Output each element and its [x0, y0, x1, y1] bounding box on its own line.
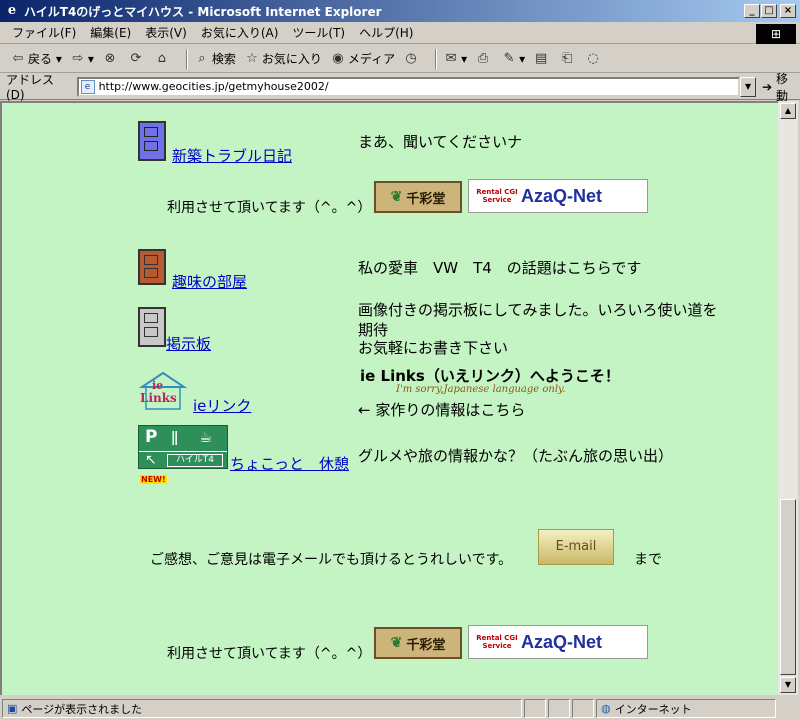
- row2-description: 私の愛車 VW T4 の話題はこちらです: [358, 259, 642, 277]
- address-input[interactable]: e http://www.geocities.jp/getmyhouse2002…: [76, 76, 741, 97]
- home-icon: ⌂: [157, 50, 167, 66]
- address-url: http://www.geocities.jp/getmyhouse2002/: [98, 80, 329, 93]
- toolbar: ⇦ 戻る ▾ ⇨ ▾ ⊗ ⟳ ⌂ ⌕ 検索 ☆ お気に入り ◉ メディア ◷ ✉ ▾ ⎙ ✎…: [0, 45, 800, 73]
- row3-description-line3: お気軽にお書き下さい: [358, 339, 509, 357]
- stop-icon: ⊗: [104, 50, 116, 66]
- azaq-net-banner[interactable]: Rental CGI Service AzaQ-Net: [468, 179, 648, 213]
- menu-file[interactable]: ファイル(F): [12, 24, 76, 41]
- ie-logo-icon: e: [7, 3, 17, 18]
- address-dropdown-button[interactable]: ▼: [740, 76, 757, 97]
- stop-button[interactable]: ⊗: [102, 51, 120, 67]
- arrow-icon: ↖: [145, 452, 157, 468]
- media-icon: ◉: [332, 50, 344, 66]
- link-ie-links[interactable]: ieリンク: [193, 395, 251, 416]
- page-done-icon: ▣: [7, 702, 18, 715]
- research-icon: ⎗: [561, 50, 573, 66]
- link-new-house-diary[interactable]: 新築トラブル日記: [172, 145, 292, 166]
- mail-button[interactable]: ✉ ▾: [443, 51, 467, 67]
- discuss-icon: ▤: [535, 50, 548, 66]
- search-icon: ⌕: [198, 50, 206, 66]
- discuss-button[interactable]: ▤: [533, 51, 551, 67]
- favorites-icon: ☆: [246, 50, 258, 66]
- history-button[interactable]: ◷: [403, 51, 421, 67]
- globe-icon: ◍: [601, 702, 611, 715]
- messenger-button[interactable]: ◌: [585, 51, 603, 67]
- research-button[interactable]: ⎗: [559, 51, 577, 67]
- menu-bar: ファイル(F) 編集(E) 表示(V) お気に入り(A) ツール(T) ヘルプ(…: [0, 22, 800, 44]
- mail-icon: ✉: [445, 50, 457, 66]
- maximize-button[interactable]: □: [761, 4, 777, 18]
- ie-links-house-icon[interactable]: ie Links: [138, 371, 188, 411]
- senshodo-banner-bottom[interactable]: ❦ 千彩堂: [374, 627, 462, 659]
- scroll-up-button[interactable]: ▲: [780, 103, 796, 119]
- status-text-panel: ▣ ページが表示されました: [2, 699, 522, 718]
- back-button[interactable]: ⇦ 戻る ▾: [10, 50, 62, 67]
- feedback-tail: まで: [634, 552, 662, 568]
- forward-arrow-icon: ⇨: [72, 50, 84, 66]
- toolbar-separator: [435, 48, 438, 69]
- restaurant-icon: ǁ: [171, 428, 179, 446]
- window-title: ハイルT4のげっとマイハウス - Microsoft Internet Expl…: [24, 4, 382, 19]
- azaq-net-banner-bottom[interactable]: Rental CGI Service AzaQ-Net: [468, 625, 648, 659]
- minimize-button[interactable]: _: [744, 4, 760, 18]
- email-button[interactable]: E-mail: [538, 529, 614, 565]
- zone-panel: ◍ インターネット: [596, 699, 776, 718]
- coffee-cup-icon: ☕: [199, 428, 213, 446]
- media-button[interactable]: ◉ メディア: [330, 50, 395, 67]
- menu-favorites[interactable]: お気に入り(A): [201, 24, 279, 41]
- ie-links-banner-subtitle: I'm sorry,Japanese language only.: [396, 384, 566, 395]
- title-bar: e ハイルT4のげっとマイハウス - Microsoft Internet Ex…: [0, 0, 800, 22]
- link-hobby-room[interactable]: 趣味の部屋: [172, 271, 247, 292]
- go-button[interactable]: ➔ 移動: [762, 70, 800, 104]
- row4-description: ← 家作りの情報はこちら: [358, 401, 526, 419]
- gray-door-icon[interactable]: [138, 307, 166, 347]
- menu-tools[interactable]: ツール(T): [292, 24, 345, 41]
- windows-logo-icon: ⊞: [756, 24, 796, 44]
- row3-description-line1: 画像付きの掲示板にしてみました。いろいろ使い道を: [358, 301, 718, 319]
- address-bar: アドレス(D) e http://www.geocities.jp/getmyh…: [0, 72, 800, 103]
- feedback-text: ご感想、ご意見は電子メールでも頂けるとうれしいです。: [150, 552, 513, 568]
- row1-description: まあ、聞いてくださいナ: [358, 133, 523, 151]
- page-content: 新築トラブル日記 まあ、聞いてくださいナ 利用させて頂いてます（^。^） ❦ 千…: [0, 101, 778, 695]
- ie-links-banner-title: ie Links（いえリンク）へようこそ！: [360, 367, 620, 385]
- status-bar: ▣ ページが表示されました ◍ インターネット: [0, 697, 800, 720]
- row5-description: グルメや旅の情報かな？（たぶん旅の思い出）: [358, 447, 674, 465]
- menu-edit[interactable]: 編集(E): [90, 24, 131, 41]
- address-label: アドレス(D): [6, 73, 55, 102]
- scroll-thumb[interactable]: [780, 499, 796, 675]
- favorites-button[interactable]: ☆ お気に入り: [244, 50, 322, 67]
- menu-view[interactable]: 表示(V): [145, 24, 187, 41]
- parking-icon: P: [145, 427, 158, 447]
- print-button[interactable]: ⎙: [475, 51, 493, 67]
- go-arrow-icon: ➔: [762, 79, 773, 94]
- link-bulletin-board[interactable]: 掲示板: [166, 333, 211, 354]
- brown-door-icon[interactable]: [138, 249, 166, 285]
- rest-area-sign-icon[interactable]: P ǁ ☕ ↖ ハイルT4: [138, 425, 228, 469]
- leaf-icon: ❦: [390, 189, 403, 205]
- senshodo-banner[interactable]: ❦ 千彩堂: [374, 181, 462, 213]
- toolbar-separator: [185, 48, 188, 69]
- credit-text-bottom: 利用させて頂いてます（^。^）: [167, 646, 372, 662]
- print-icon: ⎙: [477, 50, 489, 66]
- messenger-icon: ◌: [587, 50, 599, 66]
- credit-text-top: 利用させて頂いてます（^。^）: [167, 200, 372, 216]
- vertical-scrollbar[interactable]: ▲ ▼: [778, 101, 798, 695]
- leaf-icon: ❦: [390, 635, 403, 651]
- history-icon: ◷: [405, 50, 417, 66]
- new-badge: NEW!: [140, 475, 167, 484]
- back-arrow-icon: ⇦: [12, 50, 24, 66]
- menu-help[interactable]: ヘルプ(H): [359, 24, 413, 41]
- link-short-break[interactable]: ちょこっと 休憩: [230, 453, 349, 474]
- search-button[interactable]: ⌕ 検索: [194, 50, 236, 67]
- page-icon: e: [80, 79, 95, 94]
- scroll-down-button[interactable]: ▼: [780, 677, 796, 693]
- refresh-icon: ⟳: [130, 50, 142, 66]
- close-button[interactable]: ×: [780, 4, 796, 18]
- edit-button[interactable]: ✎ ▾: [501, 51, 525, 67]
- forward-button[interactable]: ⇨ ▾: [70, 50, 93, 67]
- home-button[interactable]: ⌂: [154, 51, 172, 67]
- blue-door-icon[interactable]: [138, 121, 166, 161]
- edit-icon: ✎: [503, 50, 515, 66]
- refresh-button[interactable]: ⟳: [128, 51, 146, 67]
